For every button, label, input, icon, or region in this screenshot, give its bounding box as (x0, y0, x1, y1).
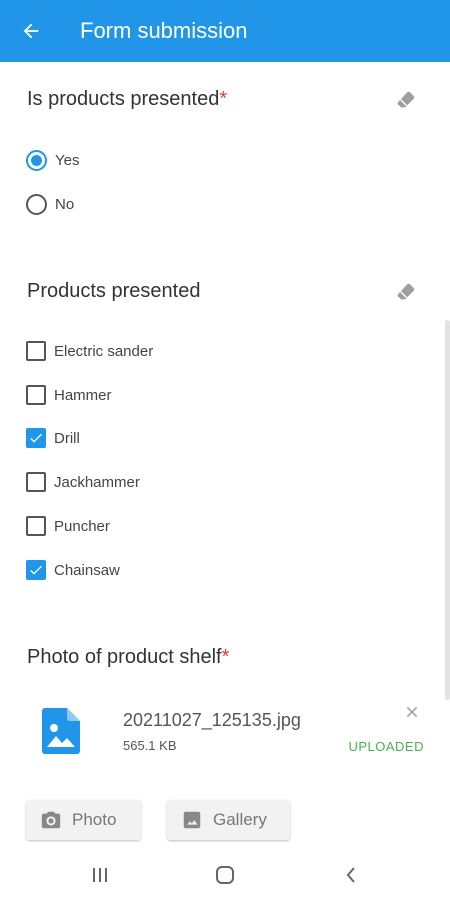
checkbox-label: Hammer (54, 386, 112, 404)
checkbox[interactable] (26, 341, 46, 361)
checkbox-option-hammer[interactable]: Hammer (26, 381, 112, 409)
checkbox-checked[interactable] (26, 428, 46, 448)
chevron-left-icon (346, 867, 355, 883)
scrollbar[interactable] (445, 320, 450, 700)
radio-label: No (55, 195, 75, 213)
back-button[interactable] (0, 0, 62, 62)
file-name: 20211027_125135.jpg (123, 710, 301, 730)
checkbox-label: Electric sander (54, 342, 154, 360)
checkbox[interactable] (26, 472, 46, 492)
check-icon (30, 565, 42, 575)
checkbox-option-puncher[interactable]: Puncher (26, 512, 110, 540)
question-title-text: Photo of product shelf (27, 646, 222, 668)
radio-label: Yes (55, 151, 80, 169)
app-bar: Form submission (0, 0, 450, 62)
checkbox-label: Chainsaw (54, 561, 120, 579)
checkbox-option-electric-sander[interactable]: Electric sander (26, 337, 153, 365)
radio-button[interactable] (26, 193, 47, 215)
required-marker: * (221, 646, 230, 668)
radio-option-yes[interactable]: Yes (26, 146, 79, 174)
photo-button[interactable]: Photo (26, 800, 141, 840)
required-marker: * (219, 88, 228, 110)
checkbox-option-drill[interactable]: Drill (26, 424, 80, 452)
gallery-icon (183, 811, 201, 829)
checkbox-label: Jackhammer (54, 473, 140, 491)
checkbox-label: Drill (54, 429, 80, 447)
eraser-icon (397, 283, 415, 300)
checkbox[interactable] (26, 385, 46, 405)
home-button[interactable] (212, 863, 238, 887)
file-size: 565.1 KB (123, 738, 177, 753)
question-products-presented-title: Is products presented* (27, 88, 227, 111)
clear-answer-button[interactable] (394, 280, 418, 304)
page-title: Form submission (80, 18, 248, 43)
home-icon (216, 866, 234, 884)
image-file-icon (42, 708, 80, 754)
gallery-button[interactable]: Gallery (167, 800, 290, 840)
form-content[interactable]: Is products presented* Yes No Products p… (0, 62, 450, 850)
close-icon (406, 706, 418, 718)
check-icon (30, 433, 42, 443)
recent-apps-button[interactable] (87, 863, 113, 887)
question-title-text: Is products presented (27, 88, 220, 110)
question-photo-title: Photo of product shelf* (27, 646, 229, 669)
clear-answer-button[interactable] (394, 88, 418, 112)
photo-button-label: Photo (72, 810, 117, 829)
recent-apps-icon (93, 868, 107, 882)
system-nav-bar (0, 850, 450, 900)
system-back-button[interactable] (338, 863, 364, 887)
radio-button-selected[interactable] (26, 149, 47, 171)
checkbox-option-chainsaw[interactable]: Chainsaw (26, 556, 120, 584)
question-products-list-title: Products presented (27, 280, 201, 302)
uploaded-file-item[interactable]: 20211027_125135.jpg 565.1 KB UPLOADED (0, 692, 450, 772)
eraser-icon (397, 91, 415, 108)
radio-option-no[interactable]: No (26, 190, 74, 218)
upload-status-badge: UPLOADED (348, 739, 424, 754)
checkbox-option-jackhammer[interactable]: Jackhammer (26, 468, 140, 496)
checkbox[interactable] (26, 516, 46, 536)
arrow-left-icon (23, 23, 39, 39)
remove-file-button[interactable] (400, 700, 424, 724)
gallery-button-label: Gallery (213, 810, 267, 829)
checkbox-label: Puncher (54, 517, 110, 535)
checkbox-checked[interactable] (26, 560, 46, 580)
camera-icon (41, 811, 61, 829)
